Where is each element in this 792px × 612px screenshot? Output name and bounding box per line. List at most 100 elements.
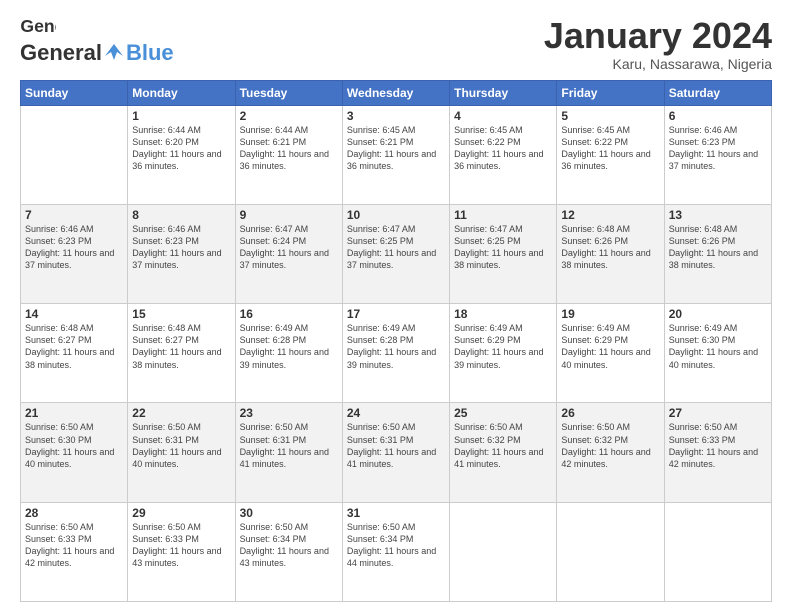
day-number: 16 xyxy=(240,307,338,321)
day-info: Sunrise: 6:49 AMSunset: 6:29 PMDaylight:… xyxy=(561,322,659,371)
calendar-table: SundayMondayTuesdayWednesdayThursdayFrid… xyxy=(20,80,772,602)
logo-bird-icon xyxy=(103,42,125,64)
day-number: 2 xyxy=(240,109,338,123)
day-info: Sunrise: 6:50 AMSunset: 6:33 PMDaylight:… xyxy=(669,421,767,470)
day-info: Sunrise: 6:48 AMSunset: 6:26 PMDaylight:… xyxy=(669,223,767,272)
weekday-friday: Friday xyxy=(557,80,664,105)
calendar-cell: 24Sunrise: 6:50 AMSunset: 6:31 PMDayligh… xyxy=(342,403,449,502)
day-info: Sunrise: 6:47 AMSunset: 6:24 PMDaylight:… xyxy=(240,223,338,272)
calendar-cell: 26Sunrise: 6:50 AMSunset: 6:32 PMDayligh… xyxy=(557,403,664,502)
calendar-cell: 7Sunrise: 6:46 AMSunset: 6:23 PMDaylight… xyxy=(21,204,128,303)
calendar-cell: 29Sunrise: 6:50 AMSunset: 6:33 PMDayligh… xyxy=(128,502,235,601)
week-row-4: 28Sunrise: 6:50 AMSunset: 6:33 PMDayligh… xyxy=(21,502,772,601)
calendar-cell: 20Sunrise: 6:49 AMSunset: 6:30 PMDayligh… xyxy=(664,304,771,403)
weekday-saturday: Saturday xyxy=(664,80,771,105)
day-info: Sunrise: 6:47 AMSunset: 6:25 PMDaylight:… xyxy=(347,223,445,272)
calendar-cell: 11Sunrise: 6:47 AMSunset: 6:25 PMDayligh… xyxy=(450,204,557,303)
week-row-0: 1Sunrise: 6:44 AMSunset: 6:20 PMDaylight… xyxy=(21,105,772,204)
day-number: 26 xyxy=(561,406,659,420)
day-number: 9 xyxy=(240,208,338,222)
calendar-cell: 3Sunrise: 6:45 AMSunset: 6:21 PMDaylight… xyxy=(342,105,449,204)
weekday-sunday: Sunday xyxy=(21,80,128,105)
day-info: Sunrise: 6:45 AMSunset: 6:22 PMDaylight:… xyxy=(454,124,552,173)
day-number: 13 xyxy=(669,208,767,222)
day-number: 14 xyxy=(25,307,123,321)
day-info: Sunrise: 6:50 AMSunset: 6:31 PMDaylight:… xyxy=(132,421,230,470)
day-number: 25 xyxy=(454,406,552,420)
page: General General Blue January 2024 Karu, … xyxy=(0,0,792,612)
calendar-cell: 2Sunrise: 6:44 AMSunset: 6:21 PMDaylight… xyxy=(235,105,342,204)
day-number: 8 xyxy=(132,208,230,222)
day-number: 23 xyxy=(240,406,338,420)
calendar-cell: 27Sunrise: 6:50 AMSunset: 6:33 PMDayligh… xyxy=(664,403,771,502)
day-number: 27 xyxy=(669,406,767,420)
calendar-cell: 4Sunrise: 6:45 AMSunset: 6:22 PMDaylight… xyxy=(450,105,557,204)
day-info: Sunrise: 6:46 AMSunset: 6:23 PMDaylight:… xyxy=(669,124,767,173)
week-row-2: 14 Sunrise: 6:48 AMSunset: 6:27 PMDayligh… xyxy=(21,304,772,403)
calendar-cell: 14Sunrise: 6:48 AMSunset: 6:27 PMDayligh… xyxy=(21,304,128,403)
calendar-cell: 17Sunrise: 6:49 AMSunset: 6:28 PMDayligh… xyxy=(342,304,449,403)
calendar-cell: 28Sunrise: 6:50 AMSunset: 6:33 PMDayligh… xyxy=(21,502,128,601)
day-info: Sunrise: 6:49 AMSunset: 6:29 PMDaylight:… xyxy=(454,322,552,371)
month-title: January 2024 xyxy=(544,16,772,56)
calendar-cell: 12Sunrise: 6:48 AMSunset: 6:26 PMDayligh… xyxy=(557,204,664,303)
calendar-cell: 10Sunrise: 6:47 AMSunset: 6:25 PMDayligh… xyxy=(342,204,449,303)
calendar-cell: 9Sunrise: 6:47 AMSunset: 6:24 PMDaylight… xyxy=(235,204,342,303)
calendar-cell: 31Sunrise: 6:50 AMSunset: 6:34 PMDayligh… xyxy=(342,502,449,601)
calendar-cell xyxy=(450,502,557,601)
day-info: Sunrise: 6:50 AMSunset: 6:33 PMDaylight:… xyxy=(25,521,123,570)
calendar-cell xyxy=(664,502,771,601)
calendar-cell: 18Sunrise: 6:49 AMSunset: 6:29 PMDayligh… xyxy=(450,304,557,403)
calendar-cell: 21Sunrise: 6:50 AMSunset: 6:30 PMDayligh… xyxy=(21,403,128,502)
svg-text:General: General xyxy=(20,16,56,36)
day-info: Sunrise: 6:50 AMSunset: 6:31 PMDaylight:… xyxy=(240,421,338,470)
week-row-1: 7Sunrise: 6:46 AMSunset: 6:23 PMDaylight… xyxy=(21,204,772,303)
day-info: Sunrise: 6:46 AMSunset: 6:23 PMDaylight:… xyxy=(25,223,123,272)
day-number: 28 xyxy=(25,506,123,520)
day-info: Sunrise: 6:50 AMSunset: 6:34 PMDaylight:… xyxy=(240,521,338,570)
weekday-thursday: Thursday xyxy=(450,80,557,105)
day-info: Sunrise: 6:50 AMSunset: 6:34 PMDaylight:… xyxy=(347,521,445,570)
day-info: Sunrise: 6:50 AMSunset: 6:32 PMDaylight:… xyxy=(454,421,552,470)
day-number: 4 xyxy=(454,109,552,123)
day-info: Sunrise: 6:49 AMSunset: 6:30 PMDaylight:… xyxy=(669,322,767,371)
title-area: January 2024 Karu, Nassarawa, Nigeria xyxy=(544,16,772,72)
day-info: Sunrise: 6:46 AMSunset: 6:23 PMDaylight:… xyxy=(132,223,230,272)
day-number: 12 xyxy=(561,208,659,222)
logo-general: General xyxy=(20,40,102,66)
day-number: 5 xyxy=(561,109,659,123)
day-number: 21 xyxy=(25,406,123,420)
calendar-cell: 13Sunrise: 6:48 AMSunset: 6:26 PMDayligh… xyxy=(664,204,771,303)
day-info: Sunrise: 6:48 AMSunset: 6:27 PMDaylight:… xyxy=(132,322,230,371)
day-number: 18 xyxy=(454,307,552,321)
calendar-cell: 16Sunrise: 6:49 AMSunset: 6:28 PMDayligh… xyxy=(235,304,342,403)
day-number: 1 xyxy=(132,109,230,123)
calendar-cell: 8Sunrise: 6:46 AMSunset: 6:23 PMDaylight… xyxy=(128,204,235,303)
day-number: 17 xyxy=(347,307,445,321)
weekday-tuesday: Tuesday xyxy=(235,80,342,105)
header: General General Blue January 2024 Karu, … xyxy=(20,16,772,72)
day-number: 29 xyxy=(132,506,230,520)
day-number: 15 xyxy=(132,307,230,321)
day-info: Sunrise: 6:49 AMSunset: 6:28 PMDaylight:… xyxy=(240,322,338,371)
day-info: Sunrise: 6:48 AMSunset: 6:26 PMDaylight:… xyxy=(561,223,659,272)
calendar-cell: 22Sunrise: 6:50 AMSunset: 6:31 PMDayligh… xyxy=(128,403,235,502)
day-number: 31 xyxy=(347,506,445,520)
day-info: Sunrise: 6:50 AMSunset: 6:31 PMDaylight:… xyxy=(347,421,445,470)
calendar-cell: 1Sunrise: 6:44 AMSunset: 6:20 PMDaylight… xyxy=(128,105,235,204)
day-info: Sunrise: 6:50 AMSunset: 6:32 PMDaylight:… xyxy=(561,421,659,470)
day-info: Sunrise: 6:44 AMSunset: 6:20 PMDaylight:… xyxy=(132,124,230,173)
calendar-cell: 23Sunrise: 6:50 AMSunset: 6:31 PMDayligh… xyxy=(235,403,342,502)
calendar-cell: 6Sunrise: 6:46 AMSunset: 6:23 PMDaylight… xyxy=(664,105,771,204)
calendar-cell: 15Sunrise: 6:48 AMSunset: 6:27 PMDayligh… xyxy=(128,304,235,403)
calendar-cell: 5Sunrise: 6:45 AMSunset: 6:22 PMDaylight… xyxy=(557,105,664,204)
day-info: Sunrise: 6:50 AMSunset: 6:30 PMDaylight:… xyxy=(25,421,123,470)
day-number: 11 xyxy=(454,208,552,222)
day-number: 6 xyxy=(669,109,767,123)
calendar-cell xyxy=(21,105,128,204)
day-number: 7 xyxy=(25,208,123,222)
weekday-monday: Monday xyxy=(128,80,235,105)
logo: General General Blue xyxy=(20,16,174,66)
day-number: 10 xyxy=(347,208,445,222)
calendar-cell: 19Sunrise: 6:49 AMSunset: 6:29 PMDayligh… xyxy=(557,304,664,403)
